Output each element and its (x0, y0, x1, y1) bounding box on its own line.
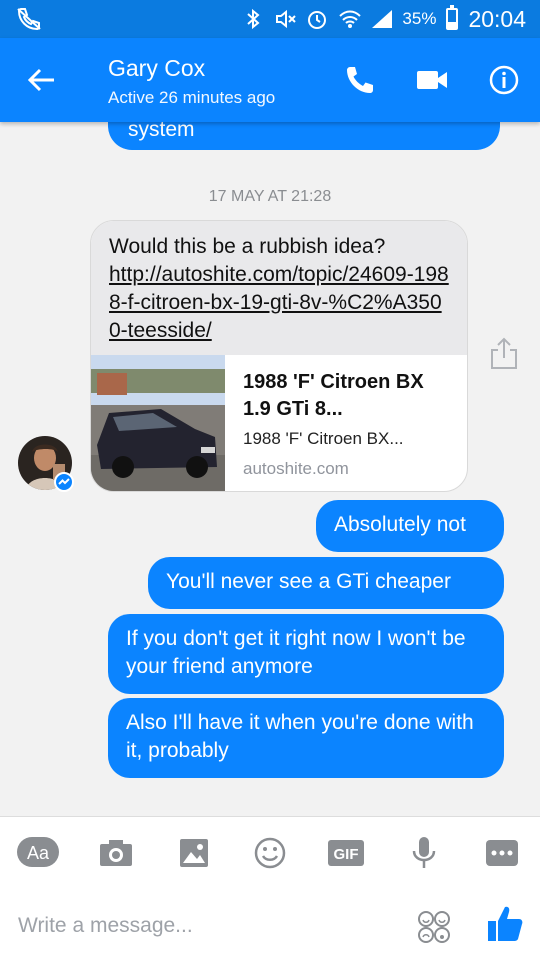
messenger-badge-icon (54, 472, 74, 492)
like-icon[interactable] (486, 903, 524, 943)
back-arrow-icon[interactable] (22, 60, 62, 100)
text-style-icon[interactable]: Aa (16, 835, 60, 871)
share-icon[interactable] (488, 336, 520, 372)
battery-percent: 35% (402, 9, 437, 28)
outgoing-message-text: If you don't get it right now I won't be… (126, 627, 466, 678)
outgoing-message[interactable]: Absolutely not (316, 500, 504, 552)
incoming-message-text: Would this be a rubbish idea? (109, 235, 386, 258)
incoming-link-message[interactable]: Would this be a rubbish idea? http://aut… (90, 220, 468, 492)
bluetooth-icon (242, 8, 264, 30)
link-preview-domain: autoshite.com (243, 459, 349, 478)
previous-message-text: system (128, 122, 195, 141)
microphone-icon[interactable] (402, 835, 446, 871)
camera-icon[interactable] (94, 835, 138, 871)
clock: 20:04 (468, 5, 526, 32)
link-preview-description: 1988 'F' Citroen BX... (243, 429, 404, 448)
aa-label: Aa (27, 843, 50, 863)
image-icon[interactable] (172, 835, 216, 871)
link-preview[interactable]: 1988 'F' Citroen BX 1.9 GTi 8... 1988 'F… (91, 355, 467, 491)
message-link[interactable]: http://autoshite.com/topic/24609-1988-f-… (109, 261, 449, 345)
link-preview-title: 1988 'F' Citroen BX 1.9 GTi 8... (243, 371, 424, 420)
stickers-icon[interactable] (414, 907, 454, 947)
outgoing-message-text: You'll never see a GTi cheaper (166, 570, 451, 593)
phone-icon[interactable] (340, 60, 380, 100)
gif-label: GIF (334, 846, 359, 863)
message-list[interactable]: system 17 MAY AT 21:28 Would this be a r… (0, 122, 540, 816)
more-icon[interactable] (480, 835, 524, 871)
date-separator: 17 MAY AT 21:28 (208, 188, 332, 205)
message-input[interactable] (18, 909, 398, 943)
gif-icon[interactable]: GIF (324, 835, 368, 871)
outgoing-message[interactable]: You'll never see a GTi cheaper (148, 557, 504, 609)
mute-icon (274, 8, 297, 30)
signal-icon (370, 8, 393, 30)
previous-message-bubble[interactable]: system (108, 122, 500, 150)
phone-handset-icon (16, 7, 42, 31)
outgoing-message-text: Also I'll have it when you're done with … (126, 711, 474, 762)
status-bar: 35% 20:04 (0, 0, 540, 38)
contact-status: Active 26 minutes ago (108, 88, 276, 107)
wifi-icon (338, 8, 362, 30)
outgoing-message-text: Absolutely not (334, 513, 466, 536)
outgoing-message[interactable]: If you don't get it right now I won't be… (108, 614, 504, 694)
battery-icon (446, 5, 459, 30)
emoji-icon[interactable] (248, 835, 292, 871)
conversation-header: Gary Cox Active 26 minutes ago (0, 38, 540, 122)
info-icon[interactable] (484, 60, 524, 100)
link-preview-thumbnail (91, 355, 225, 491)
outgoing-message[interactable]: Also I'll have it when you're done with … (108, 698, 504, 778)
contact-name[interactable]: Gary Cox (108, 55, 205, 82)
video-camera-icon[interactable] (412, 60, 452, 100)
alarm-icon (306, 8, 328, 30)
message-composer: Aa GIF (0, 816, 540, 960)
